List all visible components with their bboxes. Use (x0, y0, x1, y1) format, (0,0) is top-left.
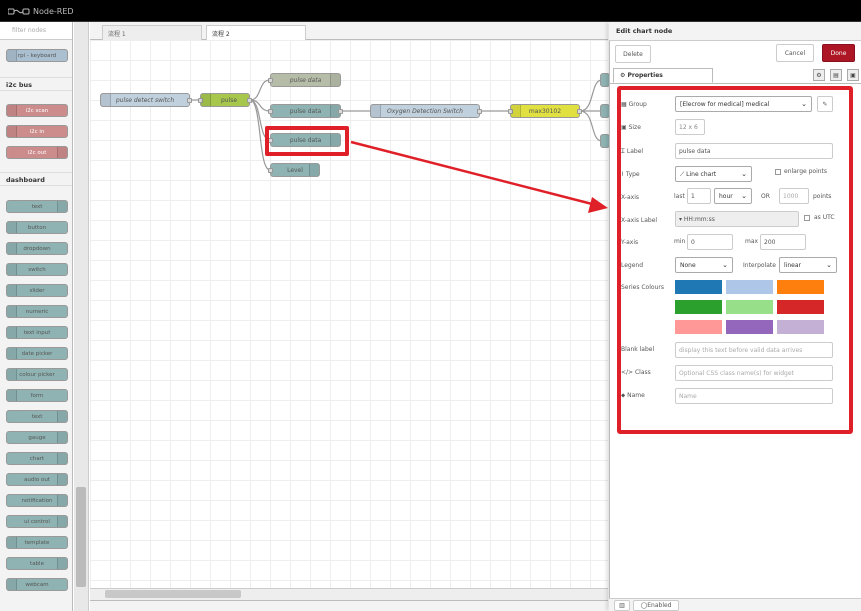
highlight-box-node (265, 126, 349, 156)
node-info-icon[interactable]: ▥ (614, 600, 630, 611)
workspace-footer (90, 600, 608, 611)
flow-node-pulse-data-top[interactable]: pulse data (268, 73, 341, 87)
highlight-box-form (617, 86, 853, 434)
flow-node-pulse[interactable]: pulse (198, 93, 252, 107)
flow-node-pulse-detect-switch[interactable]: pulse detect switch (100, 93, 192, 107)
appearance-icon[interactable]: ▣ (847, 69, 859, 81)
flow-node-level[interactable]: Level (268, 163, 320, 177)
tab-divider (609, 83, 861, 84)
flow-node-pulse-data-mid[interactable]: pulse data (268, 104, 343, 118)
cancel-button[interactable]: Cancel (776, 44, 814, 62)
workspace-scrollbar-thumb[interactable] (105, 590, 241, 598)
enabled-toggle[interactable]: ◯ Enabled (633, 600, 679, 611)
done-button[interactable]: Done (822, 44, 855, 62)
delete-button[interactable]: Delete (615, 45, 651, 63)
tray-title: Edit chart node (609, 22, 861, 41)
description-icon[interactable]: ▤ (830, 69, 842, 81)
flow-node-max30102[interactable]: max30102 (508, 104, 582, 118)
flow-node-oxygen-detection-switch[interactable]: Oxygen Detection Switch (370, 104, 482, 118)
settings-gear-icon[interactable]: ⚙ (813, 69, 825, 81)
tab-properties[interactable]: ⚙ Properties (613, 68, 713, 83)
